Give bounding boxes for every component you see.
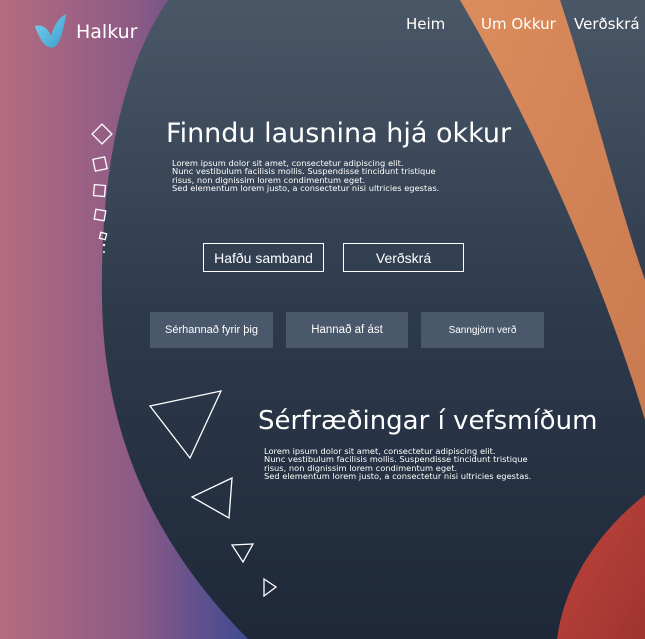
nav-link-pricing[interactable]: Verðskrá	[574, 15, 640, 33]
nav-link-home[interactable]: Heim	[406, 15, 445, 33]
section-text-line: Sed elementum lorem justo, a consectetur…	[264, 471, 532, 482]
main-nav: Heim Um Okkur Verðskrá	[0, 15, 645, 39]
section-text: Lorem ipsum dolor sit amet, consectetur …	[264, 447, 531, 481]
section-title: Sérfræðingar í vefsmíðum	[258, 406, 598, 436]
feature-love: Hannað af ást	[286, 312, 408, 348]
hero-title: Finndu lausnina hjá okkur	[166, 118, 512, 149]
contact-button[interactable]: Hafðu samband	[203, 243, 324, 272]
hero-text-line: Sed elementum lorem justo, a consectetur…	[172, 183, 440, 194]
feature-fair-price: Sanngjörn verð	[421, 312, 544, 348]
pricing-button[interactable]: Verðskrá	[343, 243, 464, 272]
feature-custom: Sérhannað fyrir þig	[150, 312, 273, 348]
hero-text: Lorem ipsum dolor sit amet, consectetur …	[172, 159, 439, 193]
nav-link-about[interactable]: Um Okkur	[481, 15, 556, 33]
